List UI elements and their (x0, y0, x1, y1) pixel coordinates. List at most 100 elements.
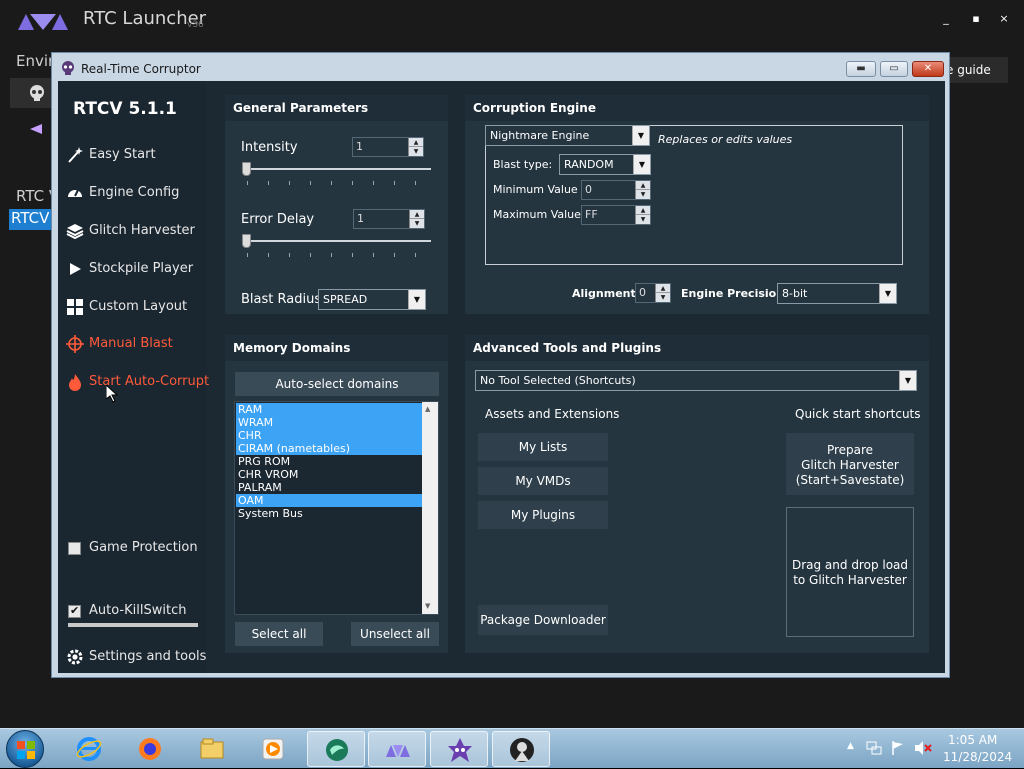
spin-up-icon[interactable]: ▲ (636, 206, 650, 215)
engine-dropdown[interactable]: Nightmare Engine ▼ (485, 125, 650, 146)
sidebar-item-settings[interactable]: Settings and tools (66, 644, 206, 670)
sidebar-item-glitch-harvester[interactable]: Glitch Harvester (66, 218, 204, 244)
taskbar-rtc-launcher[interactable] (368, 731, 426, 767)
taskbar-rtcv[interactable] (430, 731, 488, 767)
memory-domains-list[interactable]: RAM WRAM CHR CIRAM (nametables) PRG ROM … (234, 401, 439, 615)
game-protection-toggle[interactable]: Game Protection (68, 539, 204, 559)
launcher-guide-button[interactable]: e guide (944, 57, 1008, 83)
launcher-minimize-button[interactable]: _ (936, 10, 956, 28)
maximize-button[interactable]: ▭ (880, 61, 908, 77)
prepare-line: Prepare (826, 443, 874, 457)
launcher-close-button[interactable]: × (994, 10, 1014, 28)
panel-header: Advanced Tools and Plugins (465, 335, 929, 361)
window-titlebar[interactable]: Real-Time Corruptor ▬ ▭ ✕ (52, 53, 949, 81)
agent-icon (510, 738, 534, 762)
magic-wand-icon (68, 147, 83, 163)
my-plugins-button[interactable]: My Plugins (478, 501, 608, 529)
taskbar-firefox[interactable] (121, 731, 179, 767)
memory-domains-panel: Memory Domains Auto-select domains RAM W… (225, 335, 448, 653)
list-item[interactable]: PALRAM (236, 481, 422, 494)
rtc-logo-icon (18, 14, 68, 30)
spin-up-icon[interactable]: ▲ (409, 138, 423, 147)
list-scrollbar[interactable]: ▲ ▼ (422, 402, 438, 614)
panel-header: Memory Domains (225, 335, 448, 361)
taskbar-media-player[interactable] (244, 731, 302, 767)
skull-icon (30, 85, 44, 101)
package-downloader-button[interactable]: Package Downloader (478, 605, 608, 635)
scroll-up-icon[interactable]: ▲ (425, 405, 430, 413)
minimum-value-spinner[interactable]: 0 ▲ ▼ (581, 180, 651, 200)
intensity-spinner[interactable]: 1 ▲ ▼ (352, 137, 424, 157)
intensity-slider-thumb[interactable] (242, 162, 251, 176)
list-item[interactable]: System Bus (236, 507, 422, 520)
sidebar-item-stockpile-player[interactable]: Stockpile Player (66, 256, 204, 282)
sidebar-item-manual-blast[interactable]: Manual Blast (66, 331, 204, 357)
action-center-flag-icon[interactable] (890, 740, 906, 756)
prepare-glitch-harvester-button[interactable]: Prepare Glitch Harvester (Start+Savestat… (786, 433, 914, 495)
alignment-spinner[interactable]: 0 ▲ ▼ (635, 283, 671, 303)
volume-muted-icon[interactable] (914, 740, 932, 756)
list-item[interactable]: RAM (236, 403, 422, 416)
blast-type-dropdown[interactable]: RANDOM ▼ (559, 154, 651, 175)
clock-date[interactable]: 11/28/2024 (943, 750, 1012, 764)
list-item[interactable]: CHR VROM (236, 468, 422, 481)
clock-time[interactable]: 1:05 AM (948, 733, 997, 747)
taskbar-bizhawk[interactable] (307, 731, 365, 767)
network-icon[interactable] (866, 740, 882, 756)
sidebar-item-engine-config[interactable]: Engine Config (66, 180, 204, 206)
sidebar-item-start-auto-corrupt[interactable]: Start Auto-Corrupt (66, 369, 209, 395)
auto-killswitch-checkbox[interactable]: ✔ (68, 604, 81, 618)
launcher-env-label: Envir (16, 52, 55, 70)
spin-down-icon[interactable]: ▼ (636, 215, 650, 224)
auto-killswitch-toggle[interactable]: ✔ Auto-KillSwitch (68, 602, 204, 622)
spin-down-icon[interactable]: ▼ (409, 147, 423, 156)
unselect-all-button[interactable]: Unselect all (351, 622, 439, 646)
taskbar-internet-explorer[interactable] (60, 731, 118, 767)
launcher-version: v36 (187, 20, 204, 30)
minimize-button[interactable]: ▬ (846, 61, 876, 77)
error-delay-slider-thumb[interactable] (242, 234, 251, 248)
select-all-button[interactable]: Select all (235, 622, 323, 646)
chevron-down-icon: ▼ (632, 126, 649, 145)
engine-precision-dropdown[interactable]: 8-bit ▼ (777, 283, 897, 304)
launcher-rtcv-item[interactable]: RTCV (9, 209, 51, 230)
spin-down-icon[interactable]: ▼ (410, 219, 424, 228)
blast-radius-dropdown[interactable]: SPREAD ▼ (318, 289, 426, 310)
launcher-maximize-button[interactable]: ▪ (966, 10, 986, 28)
spin-up-icon[interactable]: ▲ (410, 210, 424, 219)
spin-up-icon[interactable]: ▲ (656, 284, 670, 293)
spin-down-icon[interactable]: ▼ (636, 190, 650, 199)
list-item[interactable]: CHR (236, 429, 422, 442)
sidebar-item-easy-start[interactable]: Easy Start (66, 142, 204, 168)
spin-down-icon[interactable]: ▼ (656, 293, 670, 302)
list-item[interactable]: PRG ROM (236, 455, 422, 468)
drag-drop-zone[interactable]: Drag and drop load to Glitch Harvester (786, 507, 914, 637)
error-delay-label: Error Delay (241, 212, 315, 227)
scroll-down-icon[interactable]: ▼ (425, 602, 430, 610)
tool-selector-dropdown[interactable]: No Tool Selected (Shortcuts) ▼ (475, 370, 917, 391)
maximum-value-spinner[interactable]: FF ▲ ▼ (581, 205, 651, 225)
start-button[interactable] (6, 730, 44, 768)
taskbar-agent[interactable] (492, 731, 550, 767)
my-vmds-button[interactable]: My VMDs (478, 467, 608, 495)
list-item[interactable]: WRAM (236, 416, 422, 429)
list-item[interactable]: OAM (236, 494, 422, 507)
close-button[interactable]: ✕ (912, 61, 944, 77)
taskbar-file-explorer[interactable] (183, 731, 241, 767)
auto-select-domains-button[interactable]: Auto-select domains (235, 372, 439, 396)
sidebar-item-custom-layout[interactable]: Custom Layout (66, 294, 204, 320)
spin-up-icon[interactable]: ▲ (636, 181, 650, 190)
launcher-small-icon (30, 124, 42, 134)
error-delay-slider[interactable] (243, 240, 431, 242)
game-protection-checkbox[interactable] (68, 542, 81, 555)
intensity-label: Intensity (241, 140, 298, 155)
intensity-slider[interactable] (243, 168, 431, 170)
checkmark-icon: ✔ (70, 604, 80, 617)
error-delay-spinner[interactable]: 1 ▲ ▼ (353, 209, 425, 229)
chevron-down-icon: ▼ (633, 155, 650, 174)
launcher-skull-tile[interactable] (10, 78, 54, 108)
game-protection-label: Game Protection (89, 540, 198, 555)
list-item[interactable]: CIRAM (nametables) (236, 442, 422, 455)
show-hidden-icons-icon[interactable]: ▲ (847, 741, 854, 751)
my-lists-button[interactable]: My Lists (478, 433, 608, 461)
